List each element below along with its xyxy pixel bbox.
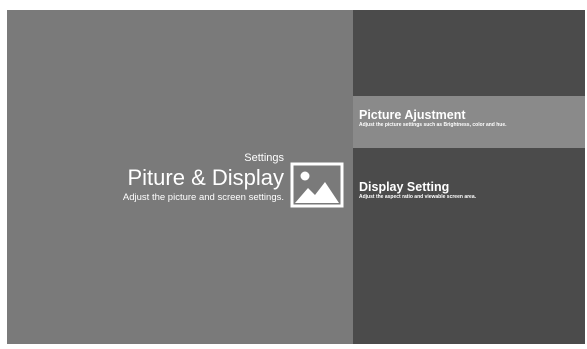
category-subtitle: Settings — [244, 152, 284, 164]
category-header: Settings Piture & Display Adjust the pic… — [123, 152, 284, 204]
menu-item-picture-adjustment[interactable]: Picture Ajustment Adjust the picture set… — [353, 96, 585, 148]
settings-menu: Picture Ajustment Adjust the picture set… — [353, 10, 585, 344]
category-title: Piture & Display — [127, 165, 284, 190]
menu-item-display-setting[interactable]: Display Setting Adjust the aspect ratio … — [353, 170, 585, 210]
menu-item-description: Adjust the picture settings such as Brig… — [359, 122, 507, 128]
category-panel: Settings Piture & Display Adjust the pic… — [7, 10, 353, 344]
menu-item-description: Adjust the aspect ratio and viewable scr… — [359, 194, 476, 200]
menu-item-label: Picture Ajustment — [359, 108, 466, 122]
settings-screen: Settings Piture & Display Adjust the pic… — [7, 10, 585, 344]
picture-icon — [290, 162, 344, 208]
menu-item-label: Display Setting — [359, 180, 450, 194]
category-description: Adjust the picture and screen settings. — [122, 192, 284, 203]
